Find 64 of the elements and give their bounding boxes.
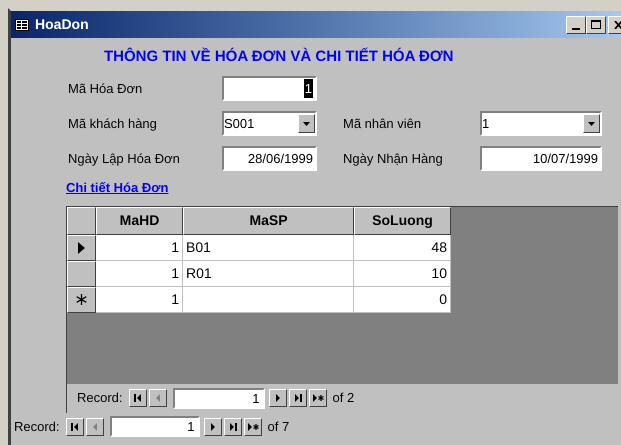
field-label: Mã nhân viên (343, 114, 422, 133)
record-nav-button[interactable] (128, 389, 147, 407)
form-icon (15, 18, 29, 30)
caret-icon (588, 122, 595, 126)
table-cell: 0 (354, 286, 451, 312)
field-label: Ngày Lập Hóa Đơn (68, 150, 181, 168)
record-selector[interactable] (67, 286, 96, 312)
subform-link[interactable]: Chi tiết Hóa Đơn (66, 178, 168, 198)
caret-icon (303, 122, 310, 126)
text-field[interactable]: 1 (222, 76, 317, 101)
first-record-icon (70, 422, 80, 432)
window-title: HoaDon (35, 15, 89, 34)
table-cell: 1 (96, 234, 183, 260)
last-record-icon (228, 422, 238, 432)
record-nav-button[interactable] (308, 389, 327, 407)
field-value: S001 (224, 116, 254, 131)
record-nav-button[interactable] (66, 418, 84, 436)
record-nav-button[interactable] (224, 418, 242, 436)
record-count: of 2 (332, 389, 354, 408)
form-heading: THÔNG TIN VỀ HÓA ĐƠN VÀ CHI TIẾT HÓA ĐƠN (104, 46, 454, 67)
maximize-button[interactable] (586, 16, 606, 34)
record-count: of 7 (268, 418, 290, 436)
selected-value: 1 (304, 78, 313, 98)
field-label: Mã khách hàng (68, 114, 158, 133)
minimize-button[interactable] (566, 16, 586, 34)
table-cell: 48 (354, 234, 451, 260)
combo-box[interactable]: 1 (480, 111, 602, 136)
corner-cell (67, 206, 96, 234)
record-nav-button[interactable] (204, 418, 222, 436)
new-record-icon (312, 393, 324, 403)
column-header[interactable]: MaHD (96, 206, 183, 234)
record-number-field[interactable]: 1 (172, 388, 265, 408)
dropdown-arrow-button[interactable] (298, 114, 315, 133)
table-cell: 1 (96, 260, 183, 286)
record-selector[interactable] (67, 260, 96, 286)
text-field[interactable]: 28/06/1999 (222, 146, 317, 171)
record-selector[interactable] (67, 234, 96, 260)
close-icon (614, 20, 621, 28)
record-number-field[interactable]: 1 (110, 416, 200, 437)
column-header[interactable]: SoLuong (354, 206, 451, 234)
combo-box[interactable]: S001 (222, 111, 317, 136)
field-label: Ngày Nhận Hàng (343, 150, 444, 168)
table-cell: R01 (183, 260, 354, 286)
maximize-icon (591, 20, 601, 29)
dropdown-arrow-button[interactable] (583, 114, 600, 133)
column-header[interactable]: MaSP (183, 206, 354, 234)
record-label: Record: (77, 389, 123, 408)
field-value: 1 (482, 116, 490, 131)
record-nav-button[interactable] (288, 389, 307, 407)
minimize-icon (572, 28, 580, 30)
field-value: 10/07/1999 (532, 150, 598, 168)
field-value: 28/06/1999 (248, 150, 313, 168)
new-record-icon (246, 422, 259, 432)
text-field[interactable]: 10/07/1999 (480, 146, 602, 171)
table-cell: 10 (354, 260, 451, 286)
last-record-icon (292, 393, 303, 403)
record-nav-button[interactable] (268, 389, 287, 407)
record-nav-button[interactable] (244, 418, 262, 436)
first-record-icon (132, 393, 143, 403)
field-label: Mã Hóa Đơn (68, 80, 144, 98)
table-cell: B01 (183, 234, 354, 260)
table-cell: 1 (96, 286, 183, 312)
record-label: Record: (14, 418, 60, 436)
asterisk-icon (76, 294, 87, 305)
